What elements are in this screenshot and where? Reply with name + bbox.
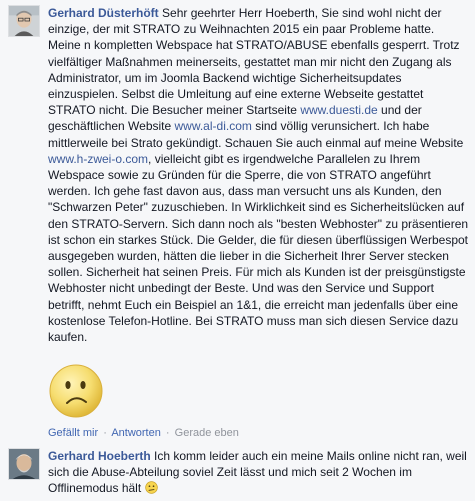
like-link[interactable]: Gefällt mir xyxy=(48,427,98,439)
comment-text: , vielleicht gibt es irgendwelche Parall… xyxy=(48,151,469,345)
comment-body: Gerhard Düsterhöft Sehr geehrter Herr Ho… xyxy=(48,5,469,419)
confused-face-emoji-icon xyxy=(144,481,158,495)
link-h-zwei-o[interactable]: www.h-zwei-o.com xyxy=(48,152,148,166)
timestamp[interactable]: Gerade eben xyxy=(175,427,239,439)
comment-body: Gerhard Hoeberth Ich komm leider auch ei… xyxy=(48,448,469,497)
sad-face-sticker-icon xyxy=(49,364,103,418)
comment-text: Sehr geehrter Herr Hoeberth, Sie sind wo… xyxy=(48,6,460,118)
comment-author[interactable]: Gerhard Düsterhöft xyxy=(48,6,159,20)
avatar-photo-icon xyxy=(9,449,39,479)
avatar-photo-icon xyxy=(9,6,39,36)
avatar[interactable] xyxy=(8,5,40,37)
comment-thread: Gerhard Düsterhöft Sehr geehrter Herr Ho… xyxy=(0,0,475,501)
reply-link[interactable]: Antworten xyxy=(111,427,161,439)
comment-author[interactable]: Gerhard Hoeberth xyxy=(48,449,151,463)
link-al-di[interactable]: www.al-di.com xyxy=(175,119,252,133)
avatar[interactable] xyxy=(8,448,40,480)
separator: · xyxy=(103,427,107,439)
comment-actions: Gefällt mir · Antworten · Gerade eben xyxy=(48,426,239,440)
link-duesti[interactable]: www.duesti.de xyxy=(300,103,377,117)
separator: · xyxy=(165,427,170,439)
